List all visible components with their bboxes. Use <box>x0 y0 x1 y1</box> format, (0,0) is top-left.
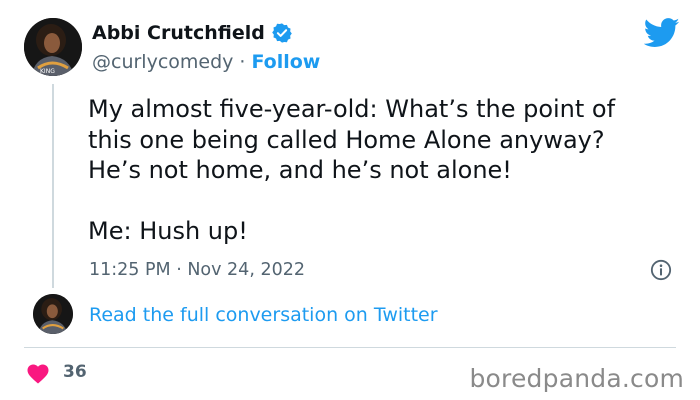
thread-line <box>52 84 54 288</box>
author-name-row: Abbi Crutchfield <box>92 22 293 44</box>
tweet-timestamp[interactable]: 11:25 PM · Nov 24, 2022 <box>89 260 305 280</box>
verified-badge-icon <box>272 23 292 43</box>
info-icon[interactable] <box>650 259 672 281</box>
avatar-photo: KING <box>24 18 82 76</box>
heart-icon[interactable] <box>26 362 50 384</box>
avatar-shirt-text: KING <box>40 68 55 75</box>
separator-dot: · <box>239 51 246 73</box>
avatar[interactable]: KING <box>24 18 82 76</box>
read-conversation-link[interactable]: Read the full conversation on Twitter <box>89 304 438 326</box>
reply-avatar[interactable] <box>33 294 73 334</box>
twitter-bird-icon[interactable] <box>644 18 680 48</box>
author-display-name[interactable]: Abbi Crutchfield <box>92 22 265 44</box>
author-handle-row: @curlycomedy · Follow <box>92 51 320 73</box>
like-count: 36 <box>63 362 87 382</box>
follow-button[interactable]: Follow <box>251 51 320 73</box>
author-handle[interactable]: @curlycomedy <box>92 51 233 73</box>
divider <box>24 347 676 348</box>
tweet-text: My almost five-year-old: What’s the poin… <box>88 95 616 245</box>
reply-avatar-photo <box>33 294 73 334</box>
watermark: boredpanda.com <box>469 364 684 393</box>
